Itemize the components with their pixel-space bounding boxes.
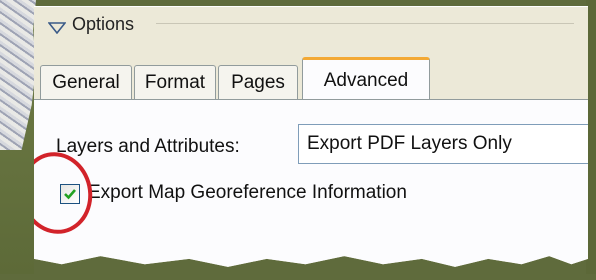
header-divider — [156, 23, 574, 24]
georeference-checkbox[interactable] — [60, 184, 80, 204]
georeference-label[interactable]: Export Map Georeference Information — [88, 182, 407, 204]
layers-attributes-select[interactable]: Export PDF Layers Only — [298, 124, 588, 164]
tab-pages[interactable]: Pages — [218, 65, 298, 100]
tab-general[interactable]: General — [40, 65, 132, 100]
layers-attributes-label: Layers and Attributes: — [56, 136, 240, 157]
advanced-tab-content: Layers and Attributes: Export PDF Layers… — [34, 99, 588, 267]
options-title: Options — [72, 13, 135, 34]
checkmark-icon — [64, 189, 76, 200]
collapse-triangle-icon — [47, 18, 67, 35]
options-panel: Options General Format Pages Advanced La… — [34, 6, 588, 267]
tab-format[interactable]: Format — [134, 65, 216, 100]
options-toggle[interactable]: Options — [47, 11, 135, 37]
tab-advanced[interactable]: Advanced — [302, 57, 430, 102]
